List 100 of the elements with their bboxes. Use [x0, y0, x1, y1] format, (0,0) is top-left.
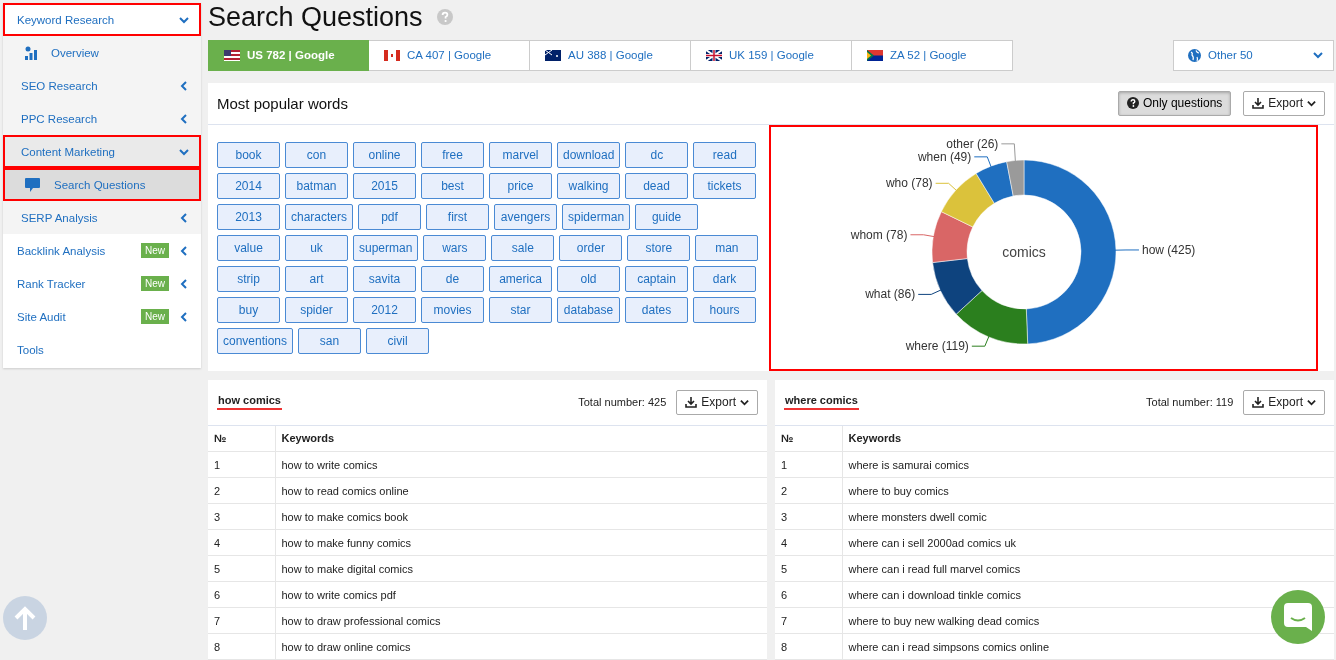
export-button[interactable]: Export [676, 389, 758, 415]
sidebar-item[interactable]: Keyword Research [3, 3, 201, 36]
word-tag[interactable]: con [285, 141, 348, 168]
table-cell: how to write comics pdf [275, 581, 767, 608]
only-questions-button[interactable]: Only questions [1117, 90, 1232, 116]
sidebar-item[interactable]: Backlink Analysis New [3, 234, 201, 267]
word-tag[interactable]: san [298, 327, 362, 354]
table-cell: 8 [208, 633, 275, 660]
word-tag[interactable]: 2013 [217, 203, 280, 230]
table-cell: 4 [208, 529, 275, 556]
word-tag[interactable]: dark [693, 265, 756, 292]
word-tag[interactable]: value [217, 234, 280, 261]
other-countries-dropdown[interactable]: Other 50 [1173, 39, 1334, 71]
table-cell: 3 [208, 503, 275, 530]
leader-line [973, 155, 992, 168]
column-header: № [208, 425, 275, 452]
sidebar-item[interactable]: Tools [3, 333, 201, 366]
word-tag[interactable]: superman [353, 234, 419, 261]
arrow-up-icon [14, 606, 36, 630]
word-tag[interactable]: dc [625, 141, 689, 168]
word-tag[interactable]: america [489, 265, 552, 292]
word-tag[interactable]: strip [217, 265, 280, 292]
word-tag[interactable]: marvel [489, 141, 552, 168]
word-tag[interactable]: first [426, 203, 490, 230]
table-cell: 6 [775, 581, 842, 608]
leader-line [1000, 142, 1016, 162]
chart-center-label: comics [1001, 243, 1046, 260]
globe-icon [1188, 48, 1201, 62]
sidebar-item[interactable]: Overview [3, 36, 201, 69]
leader-line [1114, 248, 1139, 251]
table-cell: how to make funny comics [275, 529, 767, 556]
word-tag[interactable]: dates [625, 296, 688, 323]
word-tag[interactable]: best [421, 172, 484, 199]
word-tag[interactable]: movies [421, 296, 484, 323]
sidebar-item[interactable]: Site Audit New [3, 300, 201, 333]
help-icon[interactable] [436, 9, 453, 26]
word-tag[interactable]: civil [366, 327, 430, 354]
scroll-to-top-button[interactable] [3, 596, 47, 640]
country-tab[interactable]: CA 407 | Google [369, 39, 530, 71]
word-tag[interactable]: old [557, 265, 620, 292]
export-button[interactable]: Export [1243, 90, 1325, 116]
word-tag[interactable]: characters [285, 203, 354, 230]
table-cell: where to buy comics [842, 477, 1334, 504]
chevron-down-icon [1313, 50, 1323, 60]
word-tag[interactable]: art [285, 265, 348, 292]
country-tab[interactable]: UK 159 | Google [691, 39, 852, 71]
word-tag[interactable]: spiderman [562, 203, 631, 230]
word-tag[interactable]: uk [285, 234, 348, 261]
slice-label: what (86) [864, 286, 915, 301]
country-tab[interactable]: US 782 | Google [208, 39, 369, 71]
word-tag[interactable]: read [693, 141, 757, 168]
sidebar-item[interactable]: SEO Research [3, 69, 201, 102]
table-title: where comics [784, 394, 859, 410]
word-tag[interactable]: star [489, 296, 552, 323]
word-tag[interactable]: database [557, 296, 620, 323]
word-tag[interactable]: conventions [217, 327, 294, 354]
word-tag[interactable]: online [353, 141, 416, 168]
export-button[interactable]: Export [1243, 389, 1325, 415]
word-tag[interactable]: avengers [494, 203, 558, 230]
new-badge: New [141, 243, 169, 258]
word-tag[interactable]: free [421, 141, 484, 168]
total-number: Total number: 119 [1146, 396, 1234, 408]
word-tag[interactable]: man [695, 234, 759, 261]
sidebar-item[interactable]: Rank Tracker New [3, 267, 201, 300]
flag-icon [867, 49, 883, 61]
word-tag[interactable]: tickets [693, 172, 756, 199]
country-tab[interactable]: ZA 52 | Google [852, 39, 1013, 71]
word-tag[interactable]: walking [557, 172, 620, 199]
word-tag[interactable]: book [217, 141, 280, 168]
word-tag[interactable]: spider [285, 296, 348, 323]
slice-label: how (425) [1141, 242, 1195, 257]
sidebar-item[interactable]: Search Questions [3, 168, 201, 201]
word-tag[interactable]: savita [353, 265, 416, 292]
word-tag[interactable]: sale [491, 234, 555, 261]
word-tag[interactable]: 2015 [353, 172, 416, 199]
word-tag[interactable]: 2014 [217, 172, 280, 199]
word-tag[interactable]: guide [635, 203, 699, 230]
country-tab[interactable]: AU 388 | Google [530, 39, 691, 71]
word-tag[interactable]: buy [217, 296, 280, 323]
word-tag[interactable]: batman [285, 172, 348, 199]
word-tag[interactable]: price [489, 172, 552, 199]
table-cell: 4 [775, 529, 842, 556]
word-tag[interactable]: de [421, 265, 484, 292]
sidebar-item[interactable]: PPC Research [3, 102, 201, 135]
word-tag[interactable]: store [627, 234, 691, 261]
slice-label: who (78) [885, 175, 933, 190]
word-tag[interactable]: wars [423, 234, 487, 261]
word-tag[interactable]: download [557, 141, 621, 168]
word-tag[interactable]: pdf [358, 203, 422, 230]
sidebar-item[interactable]: SERP Analysis [3, 201, 201, 234]
table-cell: how to draw professional comics [275, 607, 767, 634]
word-tag[interactable]: hours [693, 296, 756, 323]
word-tag[interactable]: 2012 [353, 296, 416, 323]
bar-chart-icon [25, 45, 37, 60]
slice-label: where (119) [905, 338, 969, 353]
word-tag[interactable]: dead [625, 172, 688, 199]
word-tag[interactable]: captain [625, 265, 688, 292]
word-tag[interactable]: order [559, 234, 623, 261]
chevron-down-icon [1307, 98, 1316, 108]
sidebar-item[interactable]: Content Marketing [3, 135, 201, 168]
